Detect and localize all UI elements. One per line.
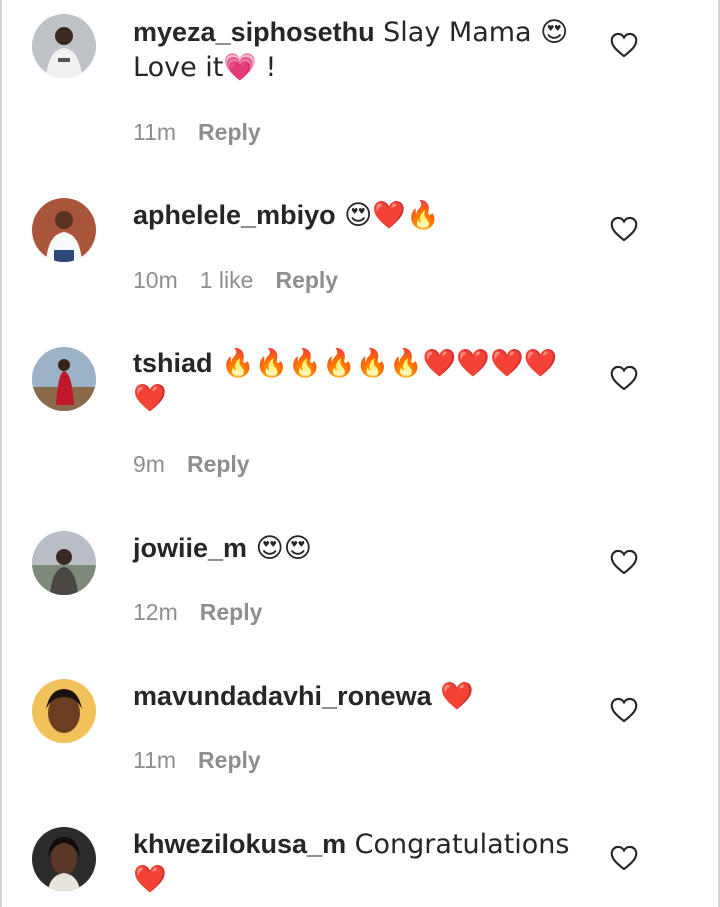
comment-username[interactable]: myeza_siphosethu — [133, 17, 375, 47]
comment-username[interactable]: tshiad — [133, 348, 213, 378]
comment-time: 11m — [133, 747, 177, 773]
avatar[interactable] — [32, 531, 96, 595]
avatar[interactable] — [32, 679, 96, 743]
comment-time: 12m — [133, 599, 178, 625]
reply-button[interactable]: Reply — [275, 267, 338, 293]
reply-button[interactable]: Reply — [198, 119, 261, 145]
comment-time: 10m — [133, 267, 178, 293]
reply-button[interactable]: Reply — [187, 451, 250, 477]
like-heart-icon[interactable] — [610, 365, 638, 391]
avatar[interactable] — [32, 347, 96, 411]
avatar[interactable] — [32, 14, 96, 78]
comment-meta: 12m Reply — [133, 599, 284, 626]
comment-meta: 11m Reply — [133, 747, 283, 774]
comment-body: tshiad 🔥🔥🔥🔥🔥🔥❤️❤️❤️❤️ ❤️ — [133, 346, 583, 416]
comment-meta: 10m 1 like Reply — [133, 267, 360, 294]
comment-text: 😍😍 — [247, 533, 312, 564]
comment-likes[interactable]: 1 like — [200, 267, 254, 293]
comment-body: myeza_siphosethu Slay Mama 😍 Love it💗 ! — [133, 15, 583, 85]
avatar[interactable] — [32, 198, 96, 262]
reply-button[interactable]: Reply — [200, 599, 263, 625]
frame-left-border — [0, 0, 2, 907]
like-heart-icon[interactable] — [610, 549, 638, 575]
comment-username[interactable]: khwezilokusa_m — [133, 829, 346, 859]
like-heart-icon[interactable] — [610, 32, 638, 58]
like-heart-icon[interactable] — [610, 697, 638, 723]
comment-text: 😍❤️🔥 — [335, 200, 440, 231]
comment-text: ❤️ — [431, 681, 474, 712]
comment-body: jowiie_m 😍😍 — [133, 531, 583, 566]
comment-meta: 11m Reply — [133, 119, 283, 146]
avatar[interactable] — [32, 827, 96, 891]
comment-time: 11m — [133, 119, 177, 145]
like-heart-icon[interactable] — [610, 216, 638, 242]
comment-body: aphelele_mbiyo 😍❤️🔥 — [133, 198, 583, 233]
comment-time: 9m — [133, 451, 165, 477]
comment-body: mavundadavhi_ronewa ❤️ — [133, 679, 583, 714]
comment-username[interactable]: mavundadavhi_ronewa — [133, 681, 432, 711]
comment-username[interactable]: jowiie_m — [133, 533, 247, 563]
comment-meta: 9m Reply — [133, 451, 272, 478]
comment-username[interactable]: aphelele_mbiyo — [133, 200, 336, 230]
reply-button[interactable]: Reply — [198, 747, 261, 773]
like-heart-icon[interactable] — [610, 845, 638, 871]
comment-body: khwezilokusa_m Congratulations ❤️ — [133, 827, 583, 897]
